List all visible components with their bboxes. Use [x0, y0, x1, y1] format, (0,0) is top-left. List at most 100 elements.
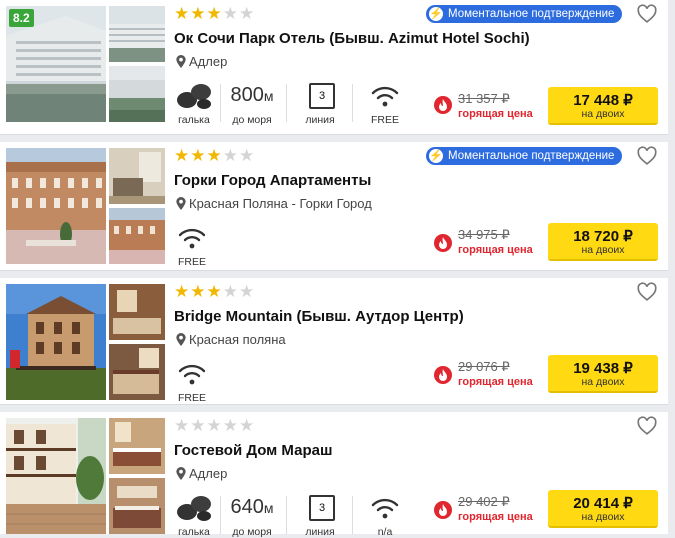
hotel-name-link[interactable]: Ок Сочи Парк Отель (Бывш. Azimut Hotel S…	[174, 30, 530, 47]
amenity-label: n/a	[377, 526, 393, 538]
price-button[interactable]: 20 414 ₽ на двоих	[548, 490, 658, 528]
fire-icon	[434, 96, 452, 114]
fire-icon	[434, 501, 452, 519]
hotel-photo-thumb[interactable]	[109, 284, 165, 340]
pebbles-icon	[177, 496, 211, 521]
hotel-photo-thumb[interactable]	[109, 6, 165, 62]
heart-icon[interactable]	[636, 145, 658, 167]
hotel-card[interactable]: 8.2 ★ ★ ★ ★ ★ ⚡ Моментальное подтверждение О…	[0, 0, 668, 135]
divider	[220, 496, 221, 534]
heart-icon[interactable]	[636, 415, 658, 437]
wifi-icon	[371, 498, 399, 519]
hotel-photos[interactable]	[6, 148, 165, 264]
hotel-photos[interactable]	[6, 418, 165, 534]
old-price: 29 076 ₽	[458, 359, 510, 374]
hotel-photo-thumb[interactable]	[109, 148, 165, 204]
divider	[286, 84, 287, 122]
price-subtitle: на двоих	[581, 108, 625, 120]
price-subtitle: на двоих	[581, 511, 625, 523]
hotel-photos[interactable]	[6, 284, 165, 400]
price-button[interactable]: 17 448 ₽ на двоих	[548, 87, 658, 125]
hotel-card[interactable]: ★ ★ ★ ★ ★ ⚡ Моментальное подтверждение Горки…	[0, 142, 668, 271]
line-number-icon: 3	[309, 495, 335, 521]
star-empty-icon: ★	[222, 282, 238, 301]
hot-price-label: горящая цена	[458, 244, 533, 256]
heart-icon[interactable]	[636, 281, 658, 303]
hotel-photo-main[interactable]	[6, 284, 106, 400]
lightning-icon: ⚡	[429, 7, 443, 21]
location-label: Красная поляна	[189, 332, 286, 347]
amenity-label: FREE	[370, 114, 399, 126]
wifi-icon	[178, 364, 206, 385]
star-rating: ★ ★ ★ ★ ★	[174, 283, 254, 300]
star-empty-icon: ★	[239, 146, 255, 165]
hotel-location: Красная поляна	[176, 332, 286, 347]
heart-icon[interactable]	[636, 3, 658, 25]
hotel-name-link[interactable]: Горки Город Апартаменты	[174, 172, 371, 189]
divider	[352, 496, 353, 534]
star-filled-icon: ★	[174, 282, 190, 301]
hotel-photo-thumb[interactable]	[109, 478, 165, 534]
star-empty-icon: ★	[239, 282, 255, 301]
star-filled-icon: ★	[206, 4, 222, 23]
hotel-photo-main[interactable]	[6, 148, 106, 264]
divider	[220, 84, 221, 122]
star-filled-icon: ★	[190, 282, 206, 301]
star-filled-icon: ★	[190, 4, 206, 23]
star-filled-icon: ★	[206, 282, 222, 301]
star-rating: ★ ★ ★ ★ ★	[174, 417, 254, 434]
wifi-icon	[178, 228, 206, 249]
distance-value: 640м	[230, 496, 274, 518]
old-price: 29 402 ₽	[458, 494, 510, 509]
price-button[interactable]: 18 720 ₽ на двоих	[548, 223, 658, 261]
hotel-name-link[interactable]: Гостевой Дом Мараш	[174, 442, 332, 459]
hotel-location: Адлер	[176, 54, 227, 69]
hotel-card[interactable]: ★ ★ ★ ★ ★ Гостевой Дом Мараш Адлер галька 64…	[0, 412, 668, 538]
hotel-photo-thumb[interactable]	[109, 344, 165, 400]
price-button[interactable]: 19 438 ₽ на двоих	[548, 355, 658, 393]
star-empty-icon: ★	[206, 416, 222, 435]
star-rating: ★ ★ ★ ★ ★	[174, 5, 254, 22]
fire-icon	[434, 234, 452, 252]
rating-score-badge: 8.2	[9, 9, 34, 27]
star-empty-icon: ★	[190, 416, 206, 435]
hotel-photos[interactable]: 8.2	[6, 6, 165, 122]
star-filled-icon: ★	[190, 146, 206, 165]
amenity-label: до моря	[232, 114, 272, 126]
distance-value: 800м	[230, 84, 274, 106]
lightning-icon: ⚡	[429, 149, 443, 163]
star-filled-icon: ★	[174, 4, 190, 23]
hotel-location: Адлер	[176, 466, 227, 481]
hotel-photo-thumb[interactable]	[109, 66, 165, 122]
fire-icon	[434, 366, 452, 384]
hotel-photo-main[interactable]	[6, 418, 106, 534]
hotel-name-link[interactable]: Bridge Mountain (Бывш. Аутдор Центр)	[174, 308, 464, 325]
amenity-label: линия	[305, 526, 335, 538]
hotel-card[interactable]: ★ ★ ★ ★ ★ Bridge Mountain (Бывш. Аутдор Цент…	[0, 278, 668, 405]
price-subtitle: на двоих	[581, 376, 625, 388]
amenity-label: до моря	[232, 526, 272, 538]
location-label: Адлер	[189, 466, 228, 481]
star-filled-icon: ★	[206, 146, 222, 165]
star-filled-icon: ★	[174, 146, 190, 165]
instant-confirmation-badge: ⚡ Моментальное подтверждение	[426, 147, 623, 165]
instant-confirmation-badge: ⚡ Моментальное подтверждение	[426, 5, 623, 23]
location-pin-icon	[176, 55, 186, 68]
star-rating: ★ ★ ★ ★ ★	[174, 147, 254, 164]
hotel-location: Красная Поляна - Горки Город	[176, 196, 372, 211]
star-empty-icon: ★	[239, 416, 255, 435]
star-empty-icon: ★	[222, 146, 238, 165]
hot-price-label: горящая цена	[458, 376, 533, 388]
hotel-photo-thumb[interactable]	[109, 208, 165, 264]
price-value: 20 414 ₽	[573, 495, 633, 512]
location-pin-icon	[176, 333, 186, 346]
location-label: Адлер	[189, 54, 228, 69]
old-price: 34 975 ₽	[458, 227, 510, 242]
location-pin-icon	[176, 467, 186, 480]
price-subtitle: на двоих	[581, 244, 625, 256]
hot-price-label: горящая цена	[458, 511, 533, 523]
amenity-label: галька	[178, 114, 210, 126]
hotel-photo-thumb[interactable]	[109, 418, 165, 474]
amenity-label: FREE	[177, 256, 206, 268]
old-price: 31 357 ₽	[458, 91, 510, 106]
